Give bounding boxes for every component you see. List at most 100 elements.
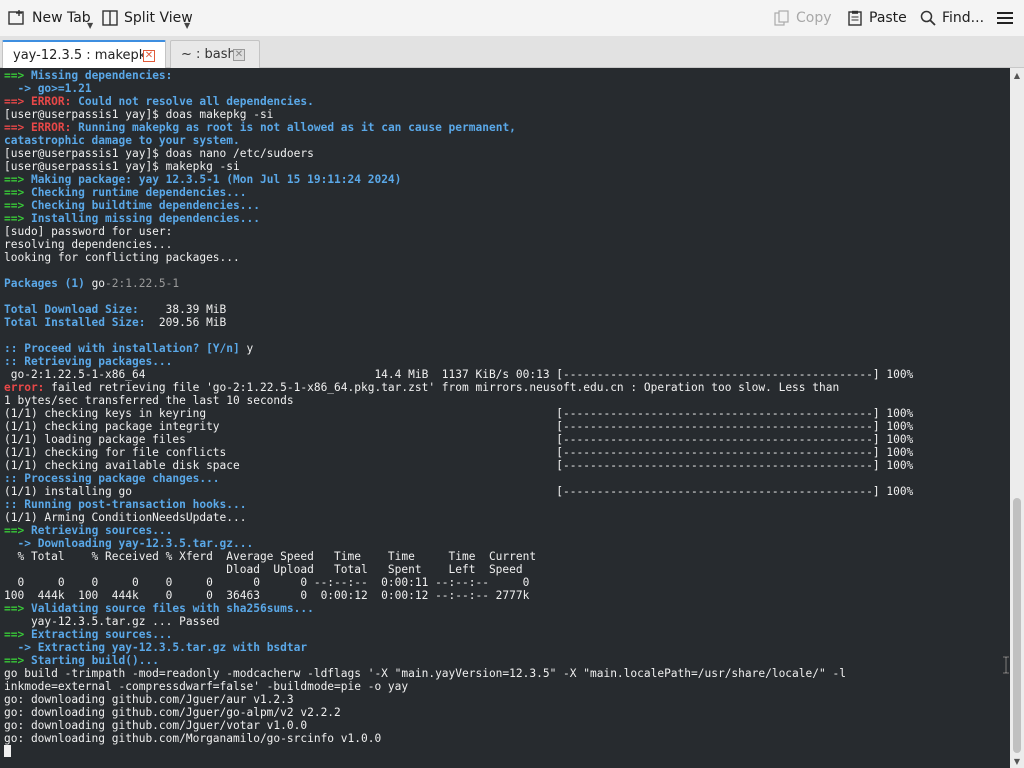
terminal-text: Could not resolve all dependencies. bbox=[78, 95, 314, 108]
terminal-prompt-line bbox=[4, 745, 913, 758]
terminal-text: ==> bbox=[4, 69, 31, 82]
terminal-text: ==> bbox=[4, 524, 31, 537]
terminal-line: 100 444k 100 444k 0 0 36463 0 0:00:12 0:… bbox=[4, 589, 913, 602]
terminal-line: :: Running post-transaction hooks... bbox=[4, 498, 913, 511]
terminal-text: Dload Upload Total Spent Left Speed bbox=[4, 563, 523, 576]
terminal-line: ==> ERROR: Running makepkg as root is no… bbox=[4, 121, 913, 134]
terminal-text: Installing missing dependencies... bbox=[30, 212, 260, 225]
terminal-text: % Total % Received % Xferd Average Speed… bbox=[4, 550, 537, 563]
terminal-line: (1/1) installing go [-------------------… bbox=[4, 485, 913, 498]
terminal-text: failed retrieving file 'go-2:1.22.5-1-x8… bbox=[51, 381, 840, 394]
terminal-line: yay-12.3.5.tar.gz ... Passed bbox=[4, 615, 913, 628]
terminal-text: (1/1) installing go [-------------------… bbox=[4, 485, 914, 498]
toolbar: New Tab ▼ Split View ▼ Copy Paste Find..… bbox=[0, 0, 1024, 36]
terminal-text: go: downloading github.com/Jguer/go-alpm… bbox=[4, 706, 341, 719]
terminal-line: ==> Missing dependencies: bbox=[4, 69, 913, 82]
tab-bash[interactable]: ~ : bash ✕ bbox=[170, 40, 260, 68]
menu-button[interactable] bbox=[996, 0, 1014, 36]
hamburger-menu-icon bbox=[996, 10, 1014, 26]
terminal-line: ==> Making package: yay 12.3.5-1 (Mon Ju… bbox=[4, 173, 913, 186]
terminal-line: ==> Starting build()... bbox=[4, 654, 913, 667]
terminal-line: :: Retrieving packages... bbox=[4, 355, 913, 368]
terminal-line: -> Downloading yay-12.3.5.tar.gz... bbox=[4, 537, 913, 550]
terminal-line: ==> Validating source files with sha256s… bbox=[4, 602, 913, 615]
tab-label: ~ : bash bbox=[181, 47, 236, 62]
terminal-text: go bbox=[91, 277, 106, 290]
terminal-line: (1/1) Arming ConditionNeedsUpdate... bbox=[4, 511, 913, 524]
terminal-line: (1/1) checking for file conflicts [-----… bbox=[4, 446, 913, 459]
terminal-line: 0 0 0 0 0 0 0 0 --:--:-- 0:00:11 --:--:-… bbox=[4, 576, 913, 589]
scroll-up-icon[interactable]: ▲ bbox=[1010, 68, 1024, 82]
terminal-text: go: downloading github.com/Jguer/aur v1.… bbox=[4, 693, 294, 706]
terminal-text: Total Download Size: bbox=[4, 303, 139, 316]
split-view-button[interactable]: Split View bbox=[102, 0, 193, 36]
search-icon bbox=[920, 10, 936, 26]
terminal-text: Packages (1) bbox=[4, 277, 92, 290]
new-tab-button[interactable]: New Tab bbox=[8, 0, 91, 36]
terminal-text: go build -trimpath -mod=readonly -modcac… bbox=[4, 667, 846, 680]
terminal-cursor bbox=[4, 745, 11, 757]
terminal-text: -2:1.22.5-1 bbox=[105, 277, 180, 290]
terminal-text: Running post-transaction hooks... bbox=[24, 498, 247, 511]
terminal-text: ==> bbox=[4, 199, 31, 212]
terminal-text: ==> bbox=[4, 628, 31, 641]
terminal-text: [user@userpassis1 yay]$ doas makepkg -si bbox=[4, 108, 274, 121]
terminal-line: [sudo] password for user: bbox=[4, 225, 913, 238]
terminal-text: ==> bbox=[4, 212, 31, 225]
terminal-text: Retrieving sources... bbox=[30, 524, 173, 537]
terminal-text: -> bbox=[4, 641, 38, 654]
terminal-text: go>=1.21 bbox=[37, 82, 92, 95]
scroll-down-icon[interactable]: ▼ bbox=[1010, 754, 1024, 768]
terminal-line: catastrophic damage to your system. bbox=[4, 134, 913, 147]
terminal-line: :: Processing package changes... bbox=[4, 472, 913, 485]
tab-makepkg[interactable]: yay-12.3.5 : makepkg ✕ bbox=[2, 40, 166, 69]
split-view-dropdown-icon[interactable]: ▼ bbox=[184, 21, 190, 30]
terminal-line: ==> Installing missing dependencies... bbox=[4, 212, 913, 225]
terminal-text: Processing package changes... bbox=[24, 472, 220, 485]
tab-label: yay-12.3.5 : makepkg bbox=[13, 48, 155, 63]
terminal-line: 1 bytes/sec transferred the last 10 seco… bbox=[4, 394, 913, 407]
terminal-text: Extracting sources... bbox=[30, 628, 173, 641]
close-icon[interactable]: ✕ bbox=[143, 50, 155, 62]
terminal-line: resolving dependencies... bbox=[4, 238, 913, 251]
terminal-text: Proceed with installation? [Y/n] bbox=[24, 342, 247, 355]
terminal-line: (1/1) loading package files [-----------… bbox=[4, 433, 913, 446]
terminal-text: Total Installed Size: bbox=[4, 316, 146, 329]
terminal-text: error: bbox=[4, 381, 52, 394]
terminal-line: ==> Extracting sources... bbox=[4, 628, 913, 641]
terminal-text: 100 444k 100 444k 0 0 36463 0 0:00:12 0:… bbox=[4, 589, 530, 602]
paste-label: Paste bbox=[869, 10, 907, 26]
terminal-text: Making package: yay 12.3.5-1 (Mon Jul 15… bbox=[30, 173, 402, 186]
scrollbar-thumb[interactable] bbox=[1013, 498, 1021, 753]
paste-icon bbox=[847, 10, 863, 26]
terminal-text: catastrophic damage to your system. bbox=[4, 134, 240, 147]
terminal-text: Running makepkg as root is not allowed a… bbox=[78, 121, 516, 134]
terminal-output: ==> Missing dependencies: -> go>=1.21 ==>… bbox=[4, 69, 913, 758]
terminal-line: go build -trimpath -mod=readonly -modcac… bbox=[4, 667, 913, 680]
terminal-line: ==> ERROR: Could not resolve all depende… bbox=[4, 95, 913, 108]
terminal-text: ==> bbox=[4, 95, 31, 108]
terminal-line: ==> Checking buildtime dependencies... bbox=[4, 199, 913, 212]
find-button[interactable]: Find... bbox=[920, 0, 984, 36]
terminal-text: ==> bbox=[4, 173, 31, 186]
terminal-view[interactable]: ==> Missing dependencies: -> go>=1.21 ==>… bbox=[0, 68, 1010, 768]
close-icon[interactable]: ✕ bbox=[233, 49, 245, 61]
terminal-line: ==> Retrieving sources... bbox=[4, 524, 913, 537]
terminal-text: [user@userpassis1 yay]$ doas nano /etc/s… bbox=[4, 147, 314, 160]
copy-button[interactable]: Copy bbox=[774, 0, 832, 36]
terminal-line: [user@userpassis1 yay]$ doas nano /etc/s… bbox=[4, 147, 913, 160]
paste-button[interactable]: Paste bbox=[847, 0, 907, 36]
vertical-scrollbar[interactable]: ▲ ▼ bbox=[1010, 68, 1024, 768]
terminal-line: Packages (1) go-2:1.22.5-1 bbox=[4, 277, 913, 290]
terminal-text: (1/1) checking package integrity [------… bbox=[4, 420, 914, 433]
terminal-text: go: downloading github.com/Morganamilo/g… bbox=[4, 732, 382, 745]
terminal-text: 209.56 MiB bbox=[145, 316, 227, 329]
terminal-text: Extracting yay-12.3.5.tar.gz with bsdtar bbox=[37, 641, 308, 654]
terminal-line: Total Installed Size: 209.56 MiB bbox=[4, 316, 913, 329]
terminal-line: % Total % Received % Xferd Average Speed… bbox=[4, 550, 913, 563]
terminal-text: 0 0 0 0 0 0 0 0 --:--:-- 0:00:11 --:--:-… bbox=[4, 576, 530, 589]
new-tab-dropdown-icon[interactable]: ▼ bbox=[87, 21, 93, 30]
terminal-text: (1/1) loading package files [-----------… bbox=[4, 433, 914, 446]
